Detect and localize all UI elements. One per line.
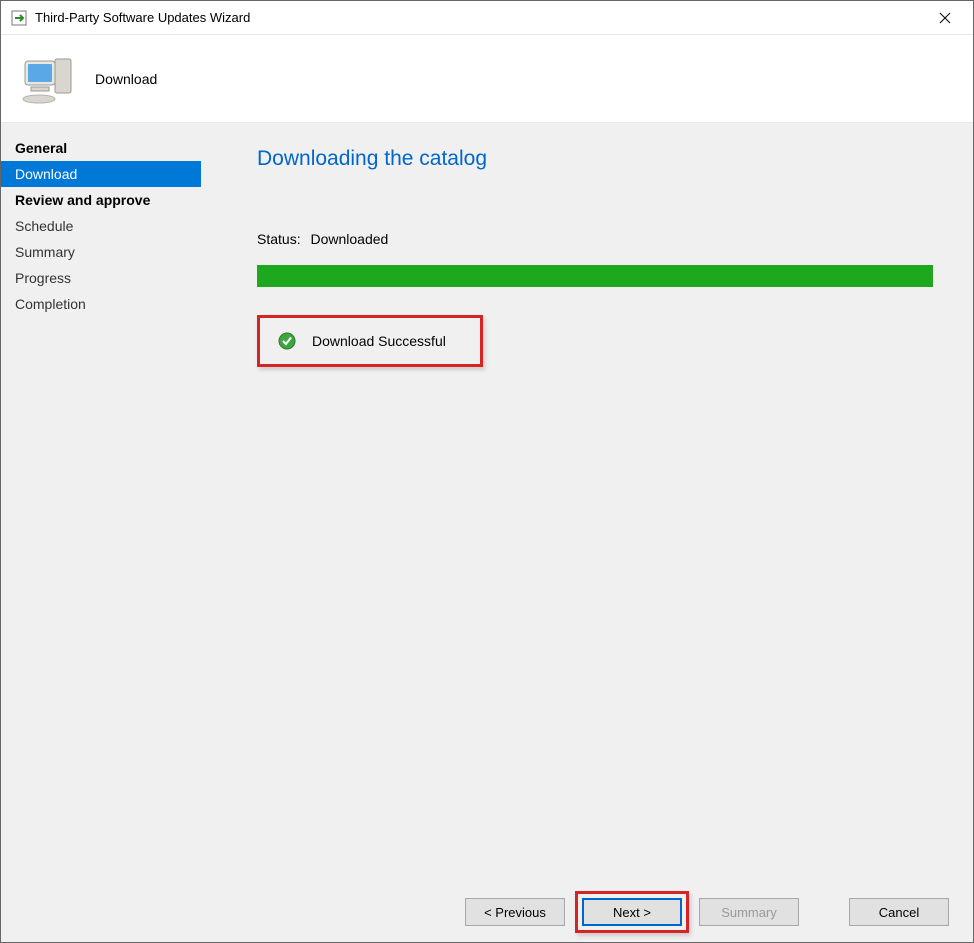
progress-bar <box>257 265 933 287</box>
status-value: Downloaded <box>310 231 388 247</box>
status-label: Status: <box>257 231 301 247</box>
titlebar: Third-Party Software Updates Wizard <box>1 1 973 35</box>
cancel-button[interactable]: Cancel <box>849 898 949 926</box>
next-highlight: Next > <box>575 891 689 933</box>
sidebar-item-general[interactable]: General <box>1 135 201 161</box>
sidebar-item-progress[interactable]: Progress <box>1 265 201 291</box>
wizard-footer: < Previous Next > Summary Cancel <box>1 882 973 942</box>
status-row: Status: Downloaded <box>257 231 933 247</box>
header-step-label: Download <box>95 71 157 87</box>
check-icon <box>278 332 296 350</box>
page-title: Downloading the catalog <box>257 147 933 171</box>
summary-button: Summary <box>699 898 799 926</box>
result-box: Download Successful <box>257 315 483 367</box>
sidebar-item-completion[interactable]: Completion <box>1 291 201 317</box>
wizard-sidebar: General Download Review and approve Sche… <box>1 123 201 882</box>
sidebar-item-summary[interactable]: Summary <box>1 239 201 265</box>
wizard-main: Downloading the catalog Status: Download… <box>201 123 973 882</box>
close-icon[interactable] <box>925 4 965 32</box>
wizard-window: Third-Party Software Updates Wizard Down… <box>0 0 974 943</box>
wizard-body: General Download Review and approve Sche… <box>1 123 973 882</box>
result-message: Download Successful <box>312 333 446 349</box>
wizard-header: Download <box>1 35 973 123</box>
computer-download-icon <box>21 53 77 105</box>
sidebar-item-schedule[interactable]: Schedule <box>1 213 201 239</box>
sidebar-item-download[interactable]: Download <box>1 161 201 187</box>
previous-button[interactable]: < Previous <box>465 898 565 926</box>
next-button[interactable]: Next > <box>582 898 682 926</box>
app-icon <box>11 10 27 26</box>
sidebar-item-review-approve[interactable]: Review and approve <box>1 187 201 213</box>
window-title: Third-Party Software Updates Wizard <box>35 10 925 25</box>
